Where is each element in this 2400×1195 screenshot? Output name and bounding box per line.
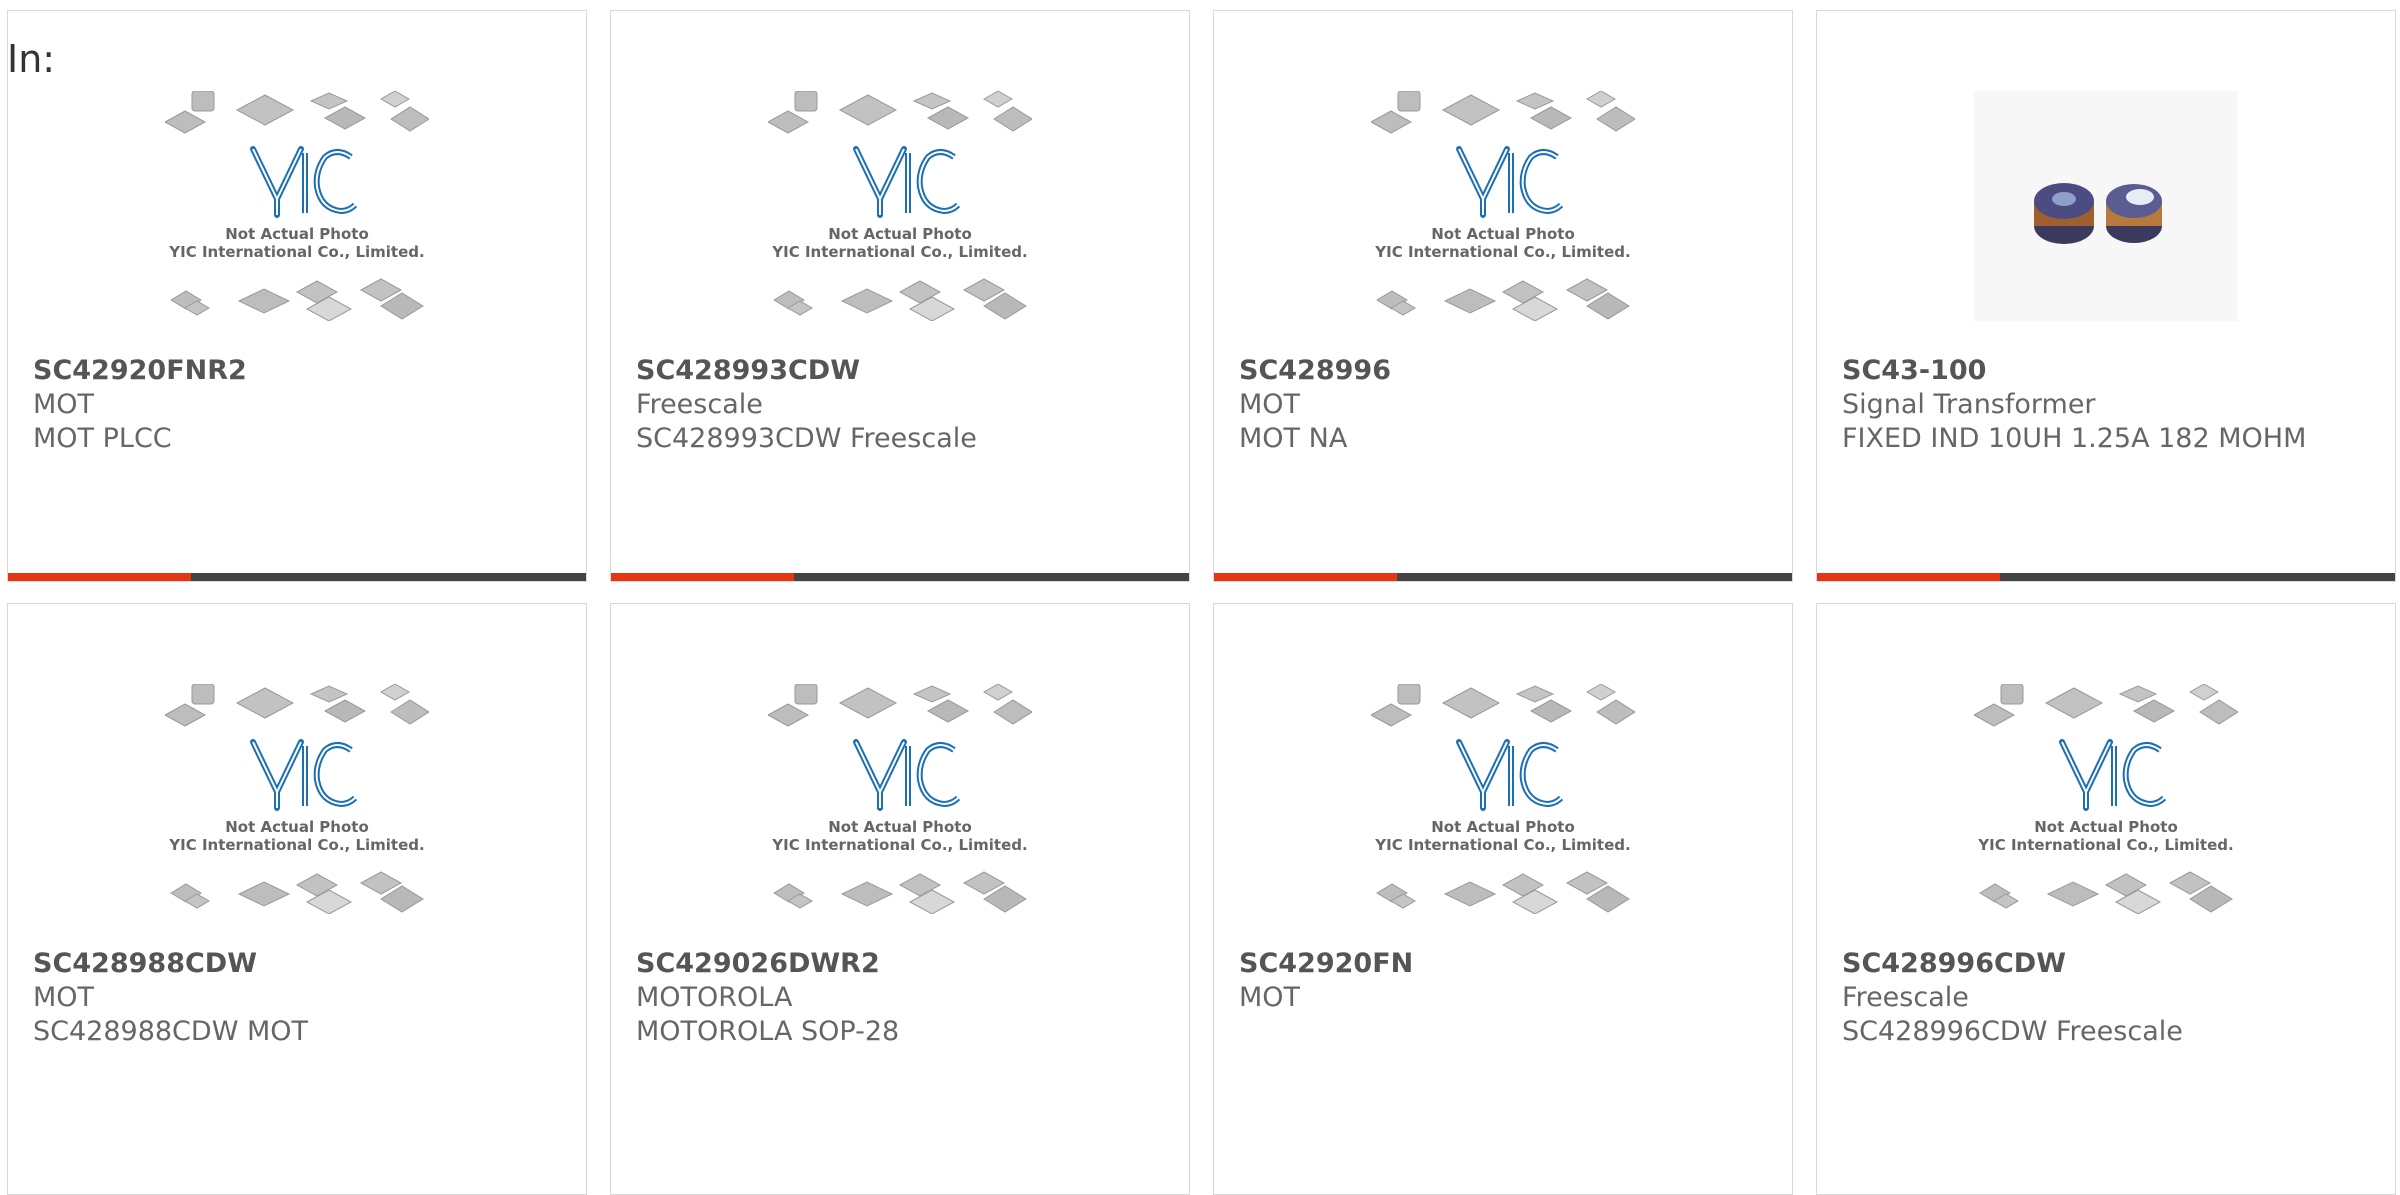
description: MOT PLCC [33, 423, 172, 454]
chip-row-bottom-icon [773, 871, 1027, 914]
yic-logo-icon [2059, 739, 2167, 811]
product-card[interactable]: Not Actual Photo YIC International Co., L… [1213, 603, 1793, 1195]
product-thumbnail: Not Actual PhotoYIC International Co., L… [1974, 684, 2238, 914]
card-bar-accent [8, 573, 191, 581]
product-grid: Not Actual Photo YIC International Co., L… [7, 10, 2396, 1195]
product-image[interactable] [1817, 56, 2395, 356]
manufacturer: Freescale [1842, 982, 1969, 1013]
product-card[interactable]: Not Actual Photo YIC International Co., L… [1816, 603, 2396, 1195]
chip-row-bottom-icon [1376, 871, 1630, 914]
product-image[interactable]: Not Actual Photo YIC International Co., L… [8, 649, 586, 949]
yic-logo-icon [853, 739, 961, 811]
in-label: In: [7, 37, 56, 81]
description: MOTOROLA SOP-28 [636, 1016, 900, 1047]
product-image[interactable]: Not Actual Photo YIC International Co., L… [611, 56, 1189, 356]
card-progress-bar [1214, 573, 1792, 581]
product-thumbnail: Not Actual PhotoYIC International Co., L… [165, 684, 429, 914]
product-image[interactable]: Not Actual Photo YIC International Co., L… [1214, 56, 1792, 356]
placeholder-caption-2: YIC International Co., Limited. [168, 836, 424, 854]
part-number-link[interactable]: SC42920FN [1239, 947, 1767, 981]
placeholder-caption-1: Not Actual Photo [828, 225, 972, 243]
placeholder-caption-1: Not Actual Photo [2034, 818, 2178, 836]
description: SC428996CDW Freescale [1842, 1016, 2183, 1047]
placeholder-caption-1: Not Actual Photo [225, 818, 369, 836]
product-image[interactable]: Not Actual Photo YIC International Co., L… [611, 649, 1189, 949]
part-number-link[interactable]: SC428996 [1239, 354, 1767, 388]
product-image[interactable]: Not Actual Photo YIC International Co., L… [1817, 649, 2395, 949]
description: FIXED IND 10UH 1.25A 182 MOHM [1842, 423, 2307, 454]
manufacturer: MOT [33, 982, 95, 1013]
placeholder-caption-1: Not Actual Photo [1431, 818, 1575, 836]
chip-row-bottom-icon [1979, 871, 2233, 914]
product-thumbnail: Not Actual PhotoYIC International Co., L… [165, 91, 429, 321]
placeholder-caption-2: YIC International Co., Limited. [168, 243, 424, 261]
yic-logo-icon [1456, 739, 1564, 811]
chip-row-bottom-icon [170, 278, 424, 321]
chip-row-bottom-icon [773, 278, 1027, 321]
part-number-link[interactable]: SC42920FNR2 [33, 354, 561, 388]
chip-row-top-icon [1371, 684, 1635, 727]
description: SC428988CDW MOT [33, 1016, 309, 1047]
product-card[interactable]: SC43-100 Signal Transformer FIXED IND 10… [1816, 10, 2396, 582]
product-card[interactable]: Not Actual Photo YIC International Co., L… [7, 10, 587, 582]
chip-row-top-icon [768, 91, 1032, 134]
product-image[interactable]: Not Actual Photo YIC International Co., L… [8, 56, 586, 356]
chip-row-bottom-icon [170, 871, 424, 914]
part-number-link[interactable]: SC429026DWR2 [636, 947, 1164, 981]
placeholder-caption-2: YIC International Co., Limited. [1374, 836, 1630, 854]
product-card[interactable]: Not Actual Photo YIC International Co., L… [610, 603, 1190, 1195]
chip-row-top-icon [1974, 684, 2238, 727]
card-progress-bar [1817, 573, 2395, 581]
manufacturer: MOT [33, 389, 95, 420]
part-number-link[interactable]: SC428993CDW [636, 354, 1164, 388]
card-progress-bar [8, 573, 586, 581]
chip-row-top-icon [165, 91, 429, 134]
card-progress-bar [611, 573, 1189, 581]
product-thumbnail [1974, 91, 2238, 321]
placeholder-caption-2: YIC International Co., Limited. [1977, 836, 2233, 854]
placeholder-caption-2: YIC International Co., Limited. [1374, 243, 1630, 261]
placeholder-caption-1: Not Actual Photo [828, 818, 972, 836]
yic-logo-icon [1456, 146, 1564, 218]
manufacturer: MOT [1239, 389, 1301, 420]
product-thumbnail: Not Actual PhotoYIC International Co., L… [768, 91, 1032, 321]
manufacturer: Signal Transformer [1842, 389, 2096, 420]
product-thumbnail: Not Actual PhotoYIC International Co., L… [1371, 684, 1635, 914]
placeholder-caption-2: YIC International Co., Limited. [771, 243, 1027, 261]
product-card[interactable]: Not Actual Photo YIC International Co., L… [610, 10, 1190, 582]
product-thumbnail: Not Actual PhotoYIC International Co., L… [768, 684, 1032, 914]
chip-row-top-icon [768, 684, 1032, 727]
placeholder-caption-1: Not Actual Photo [1431, 225, 1575, 243]
yic-logo-icon [853, 146, 961, 218]
card-bar-accent [611, 573, 794, 581]
product-card[interactable]: Not Actual Photo YIC International Co., L… [1213, 10, 1793, 582]
yic-logo-icon [250, 146, 358, 218]
product-thumbnail: Not Actual PhotoYIC International Co., L… [1371, 91, 1635, 321]
chip-row-top-icon [1371, 91, 1635, 134]
manufacturer: MOT [1239, 982, 1301, 1013]
placeholder-caption-1: Not Actual Photo [225, 225, 369, 243]
product-card[interactable]: Not Actual Photo YIC International Co., L… [7, 603, 587, 1195]
description: MOT NA [1239, 423, 1348, 454]
manufacturer: Freescale [636, 389, 763, 420]
card-bar-accent [1817, 573, 2000, 581]
description: SC428993CDW Freescale [636, 423, 977, 454]
placeholder-caption-2: YIC International Co., Limited. [771, 836, 1027, 854]
card-bar-accent [1214, 573, 1397, 581]
chip-row-bottom-icon [1376, 278, 1630, 321]
part-number-link[interactable]: SC43-100 [1842, 354, 2370, 388]
product-image[interactable]: Not Actual Photo YIC International Co., L… [1214, 649, 1792, 949]
part-number-link[interactable]: SC428996CDW [1842, 947, 2370, 981]
yic-logo-icon [250, 739, 358, 811]
part-number-link[interactable]: SC428988CDW [33, 947, 561, 981]
manufacturer: MOTOROLA [636, 982, 793, 1013]
chip-row-top-icon [165, 684, 429, 727]
